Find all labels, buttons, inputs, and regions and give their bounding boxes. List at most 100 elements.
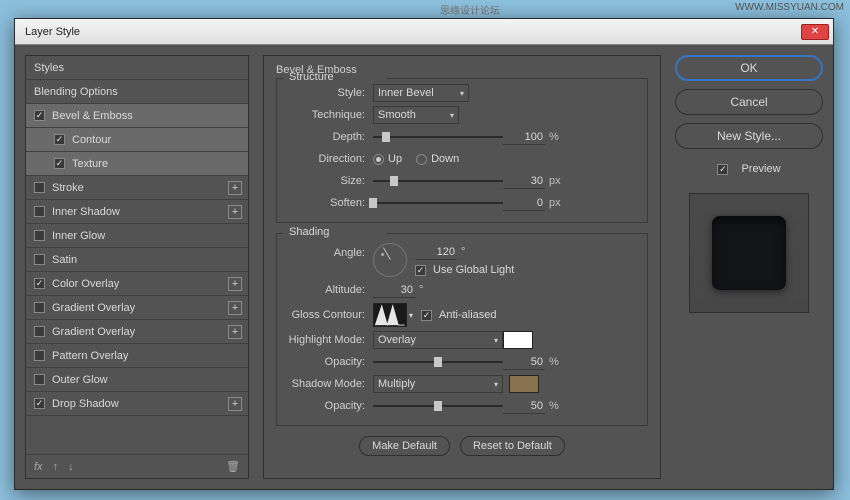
checkbox-pattern-overlay[interactable] xyxy=(34,350,45,361)
shadow-opacity-slider[interactable] xyxy=(373,399,503,413)
style-label: Gradient Overlay xyxy=(52,302,135,314)
trash-icon[interactable]: 🗑 xyxy=(226,460,240,473)
style-bevel-emboss[interactable]: Bevel & Emboss xyxy=(26,104,248,128)
add-effect-button[interactable]: + xyxy=(228,205,242,219)
soften-slider[interactable] xyxy=(373,196,503,210)
depth-label: Depth: xyxy=(285,131,373,143)
size-input[interactable] xyxy=(503,173,545,189)
make-default-button[interactable]: Make Default xyxy=(359,436,450,456)
depth-input[interactable] xyxy=(503,129,545,145)
altitude-input[interactable] xyxy=(373,282,415,298)
highlight-color-swatch[interactable] xyxy=(503,331,533,349)
add-effect-button[interactable]: + xyxy=(228,277,242,291)
styles-footer: fx ↑ ↓ 🗑 xyxy=(26,454,248,478)
arrow-up-icon[interactable]: ↑ xyxy=(53,461,59,473)
shadow-opacity-input[interactable] xyxy=(503,398,545,414)
checkbox-gradient-overlay[interactable] xyxy=(34,302,45,313)
highlight-opacity-label: Opacity: xyxy=(285,356,373,368)
checkbox-inner-glow[interactable] xyxy=(34,230,45,241)
reset-default-button[interactable]: Reset to Default xyxy=(460,436,565,456)
antialiased-checkbox[interactable] xyxy=(421,310,432,321)
chevron-down-icon: ▾ xyxy=(450,111,454,120)
preview-checkbox[interactable] xyxy=(717,164,728,175)
angle-dial[interactable] xyxy=(373,243,407,277)
style-inner-glow[interactable]: Inner Glow xyxy=(26,224,248,248)
style-label: Outer Glow xyxy=(52,374,108,386)
highlight-opacity-input[interactable] xyxy=(503,354,545,370)
blending-options-label: Blending Options xyxy=(34,86,118,98)
watermark-url: WWW.MISSYUAN.COM xyxy=(735,2,844,13)
add-effect-button[interactable]: + xyxy=(228,325,242,339)
style-color-overlay[interactable]: Color Overlay + xyxy=(26,272,248,296)
style-select[interactable]: Inner Bevel▾ xyxy=(373,84,469,102)
style-outer-glow[interactable]: Outer Glow xyxy=(26,368,248,392)
checkbox-stroke[interactable] xyxy=(34,182,45,193)
shadow-mode-select[interactable]: Multiply▾ xyxy=(373,375,503,393)
checkbox-bevel[interactable] xyxy=(34,110,45,121)
gloss-contour-picker[interactable] xyxy=(373,303,407,327)
checkbox-contour[interactable] xyxy=(54,134,65,145)
checkbox-drop-shadow[interactable] xyxy=(34,398,45,409)
chevron-down-icon[interactable]: ▾ xyxy=(409,311,413,320)
shadow-color-swatch[interactable] xyxy=(509,375,539,393)
soften-input[interactable] xyxy=(503,195,545,211)
angle-unit: ° xyxy=(457,246,475,258)
new-style-button[interactable]: New Style... xyxy=(675,123,823,149)
blending-options-row[interactable]: Blending Options xyxy=(26,80,248,104)
structure-legend: Structure xyxy=(287,71,336,83)
add-effect-button[interactable]: + xyxy=(228,397,242,411)
size-slider[interactable] xyxy=(373,174,503,188)
checkbox-texture[interactable] xyxy=(54,158,65,169)
direction-label: Direction: xyxy=(285,153,373,165)
cancel-button[interactable]: Cancel xyxy=(675,89,823,115)
chevron-down-icon: ▾ xyxy=(494,380,498,389)
shadow-mode-label: Shadow Mode: xyxy=(285,378,373,390)
altitude-unit: ° xyxy=(415,284,433,296)
checkbox-outer-glow[interactable] xyxy=(34,374,45,385)
shadow-opacity-unit: % xyxy=(545,400,563,412)
size-unit: px xyxy=(545,175,563,187)
style-texture[interactable]: Texture xyxy=(26,152,248,176)
watermark-cn: 思缘设计论坛 xyxy=(440,2,500,17)
checkbox-color-overlay[interactable] xyxy=(34,278,45,289)
side-panel: OK Cancel New Style... Preview xyxy=(675,55,823,479)
close-button[interactable]: ✕ xyxy=(801,24,829,40)
checkbox-satin[interactable] xyxy=(34,254,45,265)
ok-button[interactable]: OK xyxy=(675,55,823,81)
size-label: Size: xyxy=(285,175,373,187)
technique-select[interactable]: Smooth ▾ xyxy=(373,106,459,124)
depth-slider[interactable] xyxy=(373,130,503,144)
styles-header[interactable]: Styles xyxy=(26,56,248,80)
direction-down-radio[interactable] xyxy=(416,154,427,165)
angle-input[interactable] xyxy=(415,244,457,260)
style-contour[interactable]: Contour xyxy=(26,128,248,152)
highlight-mode-label: Highlight Mode: xyxy=(285,334,373,346)
add-effect-button[interactable]: + xyxy=(228,181,242,195)
style-label: Contour xyxy=(72,134,111,146)
preview-inner xyxy=(712,216,786,290)
direction-up-radio[interactable] xyxy=(373,154,384,165)
style-satin[interactable]: Satin xyxy=(26,248,248,272)
style-gradient-overlay-2[interactable]: Gradient Overlay + xyxy=(26,320,248,344)
add-effect-button[interactable]: + xyxy=(228,301,242,315)
settings-panel: Bevel & Emboss Structure Style: Inner Be… xyxy=(263,55,661,479)
soften-unit: px xyxy=(545,197,563,209)
highlight-mode-select[interactable]: Overlay▾ xyxy=(373,331,503,349)
style-drop-shadow[interactable]: Drop Shadow + xyxy=(26,392,248,416)
direction-down-label: Down xyxy=(431,153,459,165)
arrow-down-icon[interactable]: ↓ xyxy=(68,461,74,473)
style-label: Pattern Overlay xyxy=(52,350,128,362)
technique-label: Technique: xyxy=(285,109,373,121)
style-pattern-overlay[interactable]: Pattern Overlay xyxy=(26,344,248,368)
style-stroke[interactable]: Stroke + xyxy=(26,176,248,200)
style-inner-shadow[interactable]: Inner Shadow + xyxy=(26,200,248,224)
style-gradient-overlay-1[interactable]: Gradient Overlay + xyxy=(26,296,248,320)
checkbox-gradient-overlay[interactable] xyxy=(34,326,45,337)
global-light-checkbox[interactable] xyxy=(415,265,426,276)
technique-value: Smooth xyxy=(378,109,416,121)
style-label: Drop Shadow xyxy=(52,398,119,410)
fx-menu[interactable]: fx xyxy=(34,461,43,473)
highlight-opacity-slider[interactable] xyxy=(373,355,503,369)
shading-legend: Shading xyxy=(287,226,331,238)
checkbox-inner-shadow[interactable] xyxy=(34,206,45,217)
